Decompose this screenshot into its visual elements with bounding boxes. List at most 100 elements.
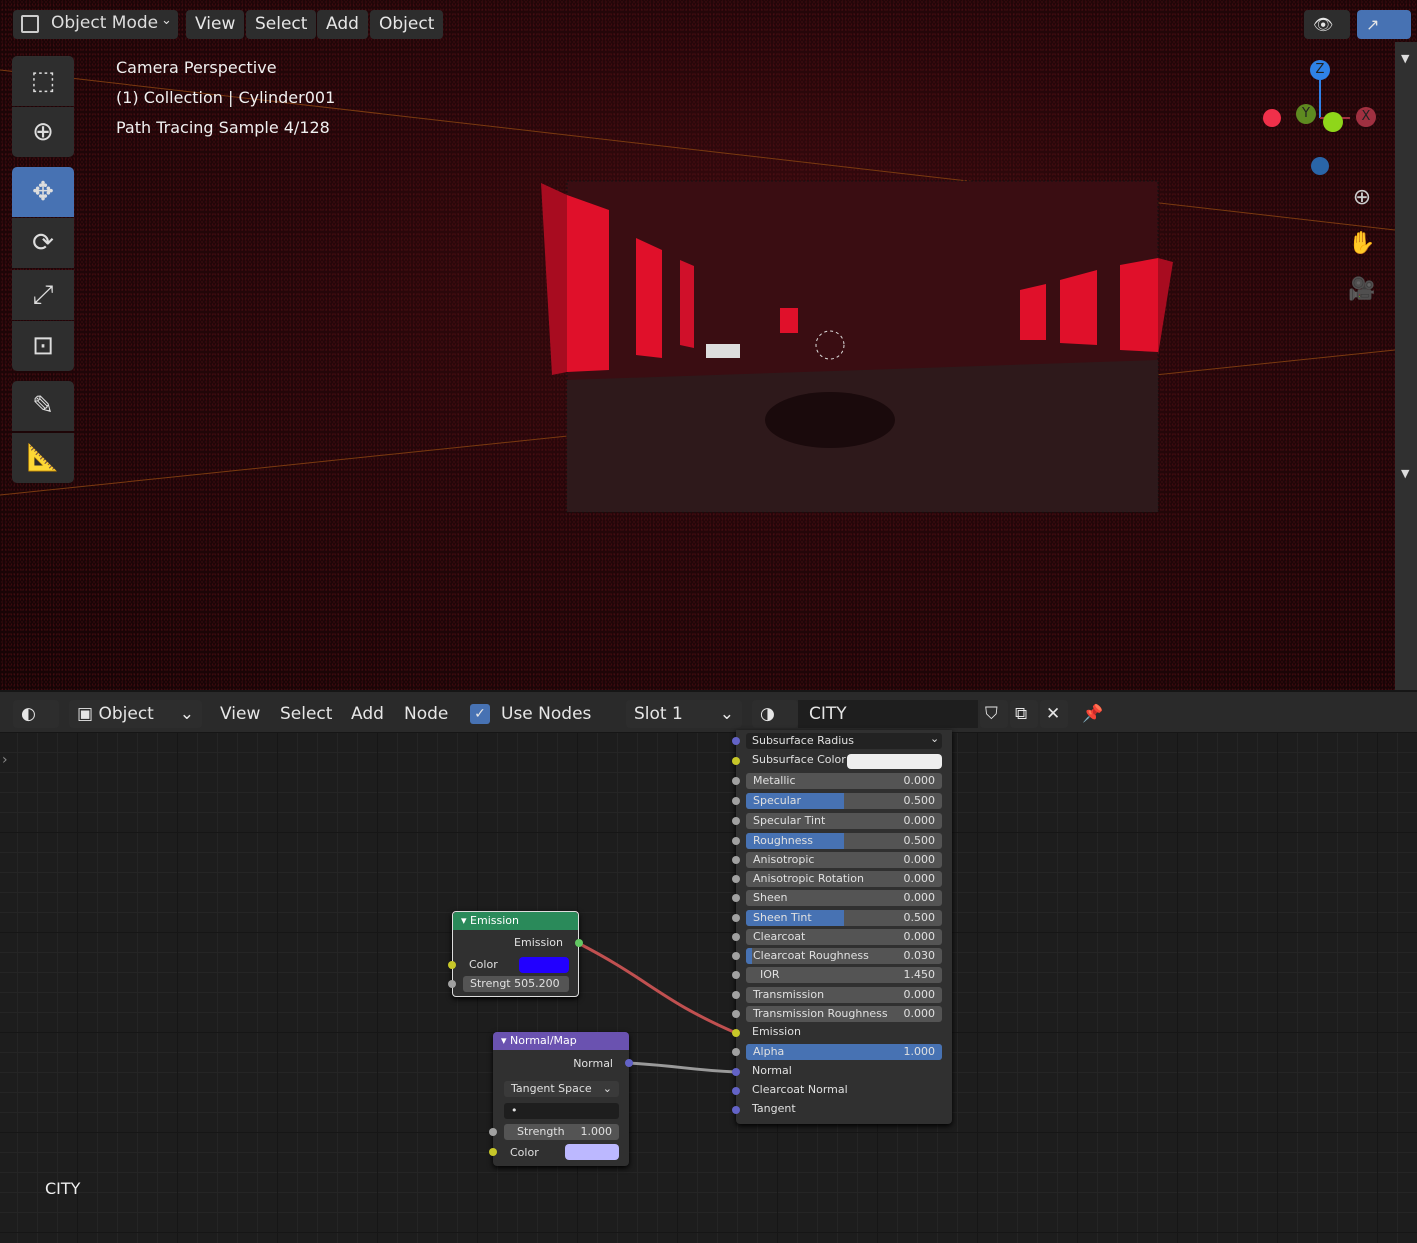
editor-type-dropdown[interactable]: ◐ ⌄: [13, 700, 59, 752]
gizmo-neg-y[interactable]: [1323, 112, 1343, 132]
principled-field-sheen[interactable]: Sheen 0.000: [746, 890, 942, 906]
material-browse-button[interactable]: ◑ ⌄: [752, 700, 798, 752]
menu-object[interactable]: Object: [370, 10, 444, 39]
principled-field-roughness[interactable]: Roughness 0.500: [746, 833, 942, 849]
3d-viewport[interactable]: Object Mode ⌄ View Select Add Object 👁 ↗…: [0, 0, 1417, 690]
input-socket[interactable]: [732, 875, 740, 883]
input-socket[interactable]: [732, 837, 740, 845]
emission-node[interactable]: ▾ Emission Emission Color Strengt 505.20…: [448, 911, 583, 997]
menu-view[interactable]: View: [220, 700, 260, 728]
camera-icon[interactable]: 🎥: [1347, 277, 1377, 307]
input-socket[interactable]: [732, 817, 740, 825]
expand-arrow-icon[interactable]: ›: [2, 752, 8, 768]
input-socket[interactable]: [732, 1010, 740, 1018]
principled-field-transmission[interactable]: Transmission 0.000: [746, 987, 942, 1003]
input-socket[interactable]: [732, 971, 740, 979]
sidebar-toggle-strip[interactable]: ▼ ▼: [1395, 42, 1417, 690]
input-socket[interactable]: [732, 856, 740, 864]
normal-map-node[interactable]: ▾ Normal/Map Normal Tangent Space ⌄ • Str…: [489, 1032, 633, 1166]
normal-map-node-header[interactable]: ▾ Normal/Map: [493, 1032, 629, 1050]
principled-field-clearcoat[interactable]: Clearcoat 0.000: [746, 929, 942, 945]
transform-tool[interactable]: ⊡: [12, 321, 74, 371]
input-socket[interactable]: [732, 991, 740, 999]
fake-user-shield-icon[interactable]: ⛉: [980, 700, 1008, 728]
input-socket[interactable]: [732, 797, 740, 805]
strength-input-socket[interactable]: [489, 1128, 497, 1136]
uv-map-field[interactable]: •: [504, 1103, 619, 1119]
menu-select[interactable]: Select: [246, 10, 317, 39]
principled-field-specular[interactable]: Specular 0.500: [746, 793, 942, 809]
z-axis-line: [1319, 80, 1321, 118]
input-socket[interactable]: [732, 1048, 740, 1056]
slot-dropdown[interactable]: Slot 1 ⌄: [626, 700, 742, 728]
principled-bsdf-node[interactable]: Subsurface Radius ⌄ Subsurface Color Metall…: [732, 730, 952, 1124]
principled-field-transmission-roughness[interactable]: Transmission Roughness 0.000: [746, 1006, 942, 1022]
node-canvas[interactable]: › CITY: [0, 732, 1417, 1243]
shader-editor-icon: ◐: [21, 704, 36, 724]
gizmo-z[interactable]: Z: [1310, 60, 1330, 80]
gizmo-neg-z[interactable]: [1311, 157, 1329, 175]
normal-output-socket[interactable]: [625, 1059, 633, 1067]
menu-select[interactable]: Select: [280, 700, 332, 728]
gizmo-toggle[interactable]: ↗: [1357, 10, 1411, 39]
menu-add[interactable]: Add: [317, 10, 368, 39]
material-name-field[interactable]: CITY: [798, 700, 978, 728]
input-socket[interactable]: [732, 914, 740, 922]
strength-field[interactable]: Strength 1.000: [504, 1124, 619, 1140]
principled-field-anisotropic[interactable]: Anisotropic 0.000: [746, 852, 942, 868]
principled-field-sheen-tint[interactable]: Sheen Tint 0.500: [746, 910, 942, 926]
input-socket[interactable]: [732, 757, 740, 765]
input-socket[interactable]: [732, 1087, 740, 1095]
emission-node-header[interactable]: ▾ Emission: [453, 912, 578, 930]
use-nodes-checkbox[interactable]: ✓: [470, 704, 490, 724]
visibility-dropdown[interactable]: 👁: [1304, 10, 1350, 39]
input-socket[interactable]: [732, 777, 740, 785]
input-socket[interactable]: [732, 952, 740, 960]
principled-field-anisotropic-rotation[interactable]: Anisotropic Rotation 0.000: [746, 871, 942, 887]
move-tool[interactable]: ✥: [12, 167, 74, 217]
measure-tool[interactable]: 📐: [12, 433, 74, 483]
strength-field[interactable]: Strengt 505.200: [463, 976, 569, 992]
principled-field-ior[interactable]: IOR 1.450: [746, 967, 942, 983]
emission-output-socket[interactable]: [575, 939, 583, 947]
input-socket[interactable]: [732, 933, 740, 941]
zoom-icon[interactable]: ⊕: [1347, 185, 1377, 215]
strength-input-socket[interactable]: [448, 980, 456, 988]
input-label: Subsurface Color: [752, 753, 846, 766]
subsurface-method-dropdown[interactable]: Subsurface Radius: [746, 733, 942, 749]
gizmo-x[interactable]: X: [1356, 107, 1376, 127]
mode-dropdown[interactable]: Object Mode ⌄: [13, 10, 178, 39]
input-socket[interactable]: [732, 737, 740, 745]
color-input-socket[interactable]: [489, 1148, 497, 1156]
duplicate-material-icon[interactable]: ⧉: [1010, 700, 1038, 728]
input-socket[interactable]: [732, 1029, 740, 1037]
principled-field-clearcoat-roughness[interactable]: Clearcoat Roughness 0.030: [746, 948, 942, 964]
rotate-tool[interactable]: ⟳: [12, 218, 74, 268]
cursor-tool[interactable]: ⊕: [12, 107, 74, 157]
space-dropdown[interactable]: Tangent Space ⌄: [504, 1081, 619, 1097]
menu-add[interactable]: Add: [351, 700, 384, 728]
menu-node[interactable]: Node: [404, 700, 448, 728]
annotate-tool[interactable]: ✎: [12, 381, 74, 431]
color-swatch[interactable]: [847, 754, 942, 769]
pin-icon[interactable]: 📌: [1082, 700, 1103, 728]
color-swatch[interactable]: [565, 1144, 619, 1160]
gizmo-y[interactable]: Y: [1296, 104, 1316, 124]
unlink-close-icon[interactable]: ✕: [1040, 700, 1068, 728]
collection-info: (1) Collection | Cylinder001: [116, 88, 336, 107]
input-socket[interactable]: [732, 1106, 740, 1114]
input-socket[interactable]: [732, 1068, 740, 1076]
principled-field-specular-tint[interactable]: Specular Tint 0.000: [746, 813, 942, 829]
input-socket[interactable]: [732, 894, 740, 902]
principled-field-metallic[interactable]: Metallic 0.000: [746, 773, 942, 789]
principled-field-alpha[interactable]: Alpha 1.000: [746, 1044, 942, 1060]
select-box-tool[interactable]: ⬚: [12, 56, 74, 106]
object-dropdown[interactable]: ▣ Object ⌄: [69, 700, 202, 728]
pan-hand-icon[interactable]: ✋: [1347, 231, 1377, 261]
scale-tool[interactable]: ⤢: [12, 270, 74, 320]
color-swatch[interactable]: [519, 957, 569, 973]
menu-view[interactable]: View: [186, 10, 245, 39]
rotate-icon: ⟳: [32, 228, 54, 258]
gizmo-neg-x[interactable]: [1263, 109, 1281, 127]
color-input-socket[interactable]: [448, 961, 456, 969]
